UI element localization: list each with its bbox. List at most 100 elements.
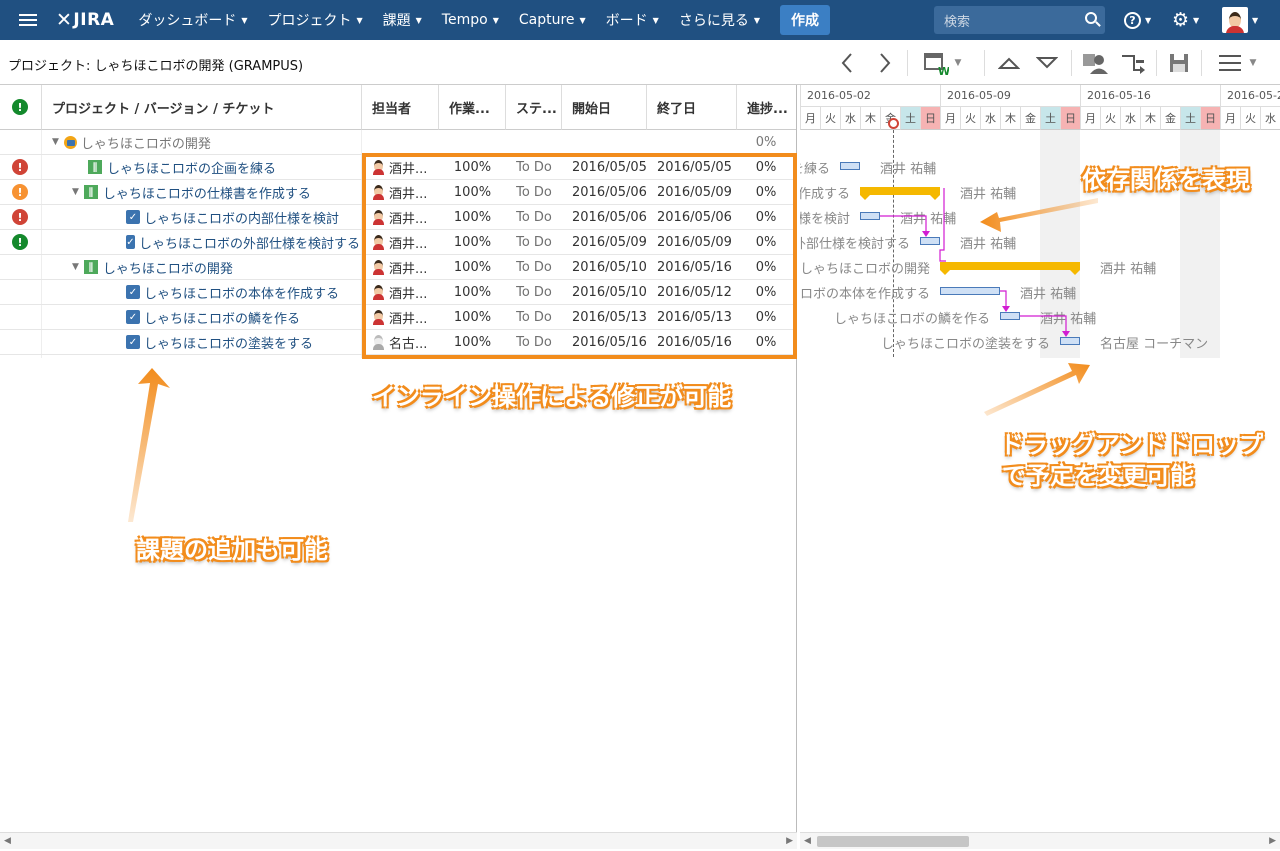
scroll-left-icon[interactable]: ◀	[804, 836, 811, 846]
priority-header[interactable]: !	[0, 85, 42, 130]
options-menu-button[interactable]: ▼	[1211, 49, 1263, 77]
gear-icon: ⚙	[1172, 8, 1190, 31]
dependency-line	[880, 215, 927, 235]
header-assignee[interactable]: 担当者	[362, 85, 439, 130]
progress-cell[interactable]: 0%	[737, 130, 795, 154]
issue-name[interactable]: しゃちほこロボの開発	[81, 133, 211, 152]
calendar-week-button[interactable]: W ▼	[917, 49, 967, 77]
priority-low-icon: !	[12, 234, 28, 250]
issue-name-cell[interactable]: ✓ しゃちほこロボの内部仕様を検討	[126, 205, 360, 229]
issue-name-cell[interactable]: ▼ しゃちほこロボの開発	[52, 130, 360, 154]
resource-button[interactable]	[1081, 49, 1109, 77]
search-icon	[1085, 12, 1097, 24]
annotation-inline-edit: インライン操作による修正が可能	[372, 383, 732, 411]
header-status[interactable]: ステ...	[506, 85, 562, 130]
header-progress[interactable]: 進捗...	[737, 85, 796, 130]
collapse-toggle-icon[interactable]: ▼	[72, 262, 79, 272]
nav-boards[interactable]: ボード ▼	[596, 0, 669, 40]
scrollbar-thumb[interactable]	[817, 836, 969, 847]
move-up-button[interactable]	[996, 49, 1022, 77]
header-project[interactable]: プロジェクト / バージョン / チケット	[42, 85, 362, 130]
toolbar-divider	[1201, 50, 1202, 76]
chevron-down-icon: ▼	[954, 58, 962, 68]
chevron-down-icon: ▼	[579, 15, 586, 25]
nav-issues[interactable]: 課題 ▼	[373, 0, 432, 40]
issue-name-cell[interactable]: ✓ しゃちほこロボの鱗を作る	[126, 305, 360, 329]
calendar-icon: W	[923, 53, 949, 76]
story-icon: ∥	[88, 160, 102, 174]
issue-name-cell[interactable]: ✓ しゃちほこロボの塗装をする	[126, 330, 360, 354]
chevron-left-icon	[841, 53, 852, 73]
header-work[interactable]: 作業...	[439, 85, 506, 130]
chevron-down-icon: ▼	[241, 15, 248, 25]
dependency-arrowhead	[1002, 306, 1010, 312]
dependency-button[interactable]	[1119, 49, 1147, 77]
jira-x-icon: ✕	[56, 9, 73, 31]
start-date-cell[interactable]	[562, 130, 647, 154]
scroll-right-icon[interactable]: ▶	[1269, 836, 1276, 846]
move-down-button[interactable]	[1034, 49, 1060, 77]
chevron-down-icon: ▼	[1193, 15, 1200, 25]
nav-more[interactable]: さらに見る ▼	[669, 0, 770, 40]
priority-med-icon: !	[12, 184, 28, 200]
nav-capture[interactable]: Capture ▼	[509, 0, 596, 40]
header-end-date[interactable]: 終了日	[647, 85, 737, 130]
issue-name-cell[interactable]: ▼ ∥ しゃちほこロボの開発	[72, 255, 360, 279]
issue-name[interactable]: しゃちほこロボの鱗を作る	[144, 308, 300, 327]
svg-text:W: W	[938, 65, 949, 76]
toolbar-divider	[1156, 50, 1157, 76]
end-date-cell[interactable]	[647, 130, 737, 154]
create-button[interactable]: 作成	[779, 5, 830, 35]
priority-icon: !	[12, 99, 28, 115]
help-icon: ?	[1124, 11, 1141, 29]
menu-icon[interactable]	[0, 0, 56, 40]
status-cell[interactable]	[506, 130, 562, 154]
issue-name[interactable]: しゃちほこロボの開発	[103, 258, 233, 277]
chevron-down-icon: ▼	[652, 15, 659, 25]
next-button[interactable]	[874, 49, 896, 77]
table-row[interactable]: ▼ しゃちほこロボの開発 0%	[0, 130, 796, 155]
nav-dashboard[interactable]: ダッシュボード ▼	[128, 0, 257, 40]
priority-high-icon: !	[12, 159, 28, 175]
right-horizontal-scrollbar[interactable]: ◀ ▶	[800, 832, 1280, 849]
left-horizontal-scrollbar[interactable]: ◀ ▶	[0, 832, 797, 849]
toolbar-divider	[907, 50, 908, 76]
collapse-toggle-icon[interactable]: ▼	[52, 137, 59, 147]
chevron-down-icon: ▼	[492, 15, 499, 25]
issue-name[interactable]: しゃちほこロボの外部仕様を検討する	[139, 233, 360, 252]
issue-name[interactable]: しゃちほこロボの仕様書を作成する	[103, 183, 311, 202]
issue-name-cell[interactable]: ∥ しゃちほこロボの企画を練る	[88, 155, 360, 179]
scroll-left-icon[interactable]: ◀	[4, 836, 11, 846]
user-menu[interactable]: ▼	[1222, 0, 1258, 40]
help-menu[interactable]: ? ▼	[1124, 0, 1151, 40]
page-title: プロジェクト: しゃちほこロボの開発 (GRAMPUS)	[8, 59, 304, 74]
work-cell[interactable]	[439, 130, 506, 154]
gantt-toolbar: プロジェクト: しゃちほこロボの開発 (GRAMPUS) W ▼ ▼	[0, 40, 1280, 85]
settings-menu[interactable]: ⚙ ▼	[1172, 0, 1199, 40]
avatar	[1222, 7, 1248, 33]
header-start-date[interactable]: 開始日	[562, 85, 647, 130]
save-button[interactable]	[1166, 49, 1192, 77]
issue-name[interactable]: しゃちほこロボの塗装をする	[144, 333, 313, 352]
jira-logo[interactable]: ✕ JIRA	[56, 9, 114, 31]
issue-name[interactable]: しゃちほこロボの企画を練る	[107, 158, 276, 177]
nav-tempo[interactable]: Tempo ▼	[432, 0, 509, 40]
chevron-down-icon: ▼	[1252, 15, 1259, 25]
prev-button[interactable]	[836, 49, 858, 77]
issue-name-cell[interactable]: ▼ ∥ しゃちほこロボの仕様書を作成する	[72, 180, 360, 204]
search-input[interactable]: 検索	[934, 6, 1105, 34]
task-checkbox-icon: ✓	[126, 285, 140, 299]
task-checkbox-icon: ✓	[126, 210, 140, 224]
issue-name[interactable]: しゃちほこロボの内部仕様を検討	[144, 208, 339, 227]
issue-name[interactable]: しゃちほこロボの本体を作成する	[144, 283, 339, 302]
dependency-lines	[880, 188, 1070, 337]
nav-projects[interactable]: プロジェクト ▼	[257, 0, 372, 40]
dependency-line	[1020, 315, 1067, 335]
collapse-toggle-icon[interactable]: ▼	[72, 187, 79, 197]
chevron-down-icon: ▼	[753, 15, 760, 25]
chevron-down-icon: ▼	[356, 15, 363, 25]
issue-name-cell[interactable]: ✓ しゃちほこロボの外部仕様を検討する	[126, 230, 360, 254]
scroll-right-icon[interactable]: ▶	[786, 836, 793, 846]
issue-name-cell[interactable]: ✓ しゃちほこロボの本体を作成する	[126, 280, 360, 304]
story-icon: ∥	[83, 260, 98, 274]
